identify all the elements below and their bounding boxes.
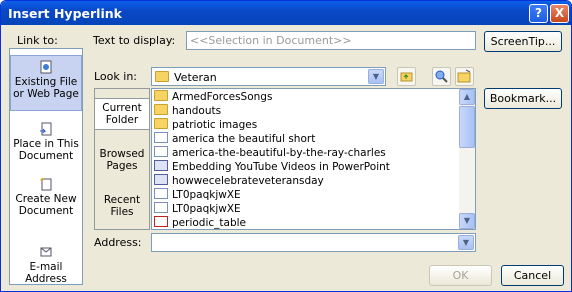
scroll-up-icon[interactable]: ▲: [459, 89, 475, 105]
address-input[interactable]: ▼: [151, 233, 476, 252]
email-icon: [40, 247, 52, 257]
text-to-display-label: Text to display:: [93, 34, 176, 47]
ok-button[interactable]: OK: [429, 265, 492, 286]
video-file-icon: [154, 188, 168, 199]
scroll-thumb[interactable]: [459, 106, 475, 148]
folder-icon: [155, 71, 169, 82]
link-email-address[interactable]: E-mail Address: [10, 245, 82, 285]
video-file-icon: [154, 202, 168, 213]
bookmark-button[interactable]: Bookmark...: [484, 88, 562, 109]
audio-file-icon: [154, 132, 168, 143]
close-button[interactable]: X: [550, 4, 569, 23]
globe-document-icon: [40, 60, 52, 74]
link-to-label: Link to:: [17, 34, 58, 47]
list-item[interactable]: LT0paqkjwXE: [154, 202, 241, 215]
new-document-icon: [40, 177, 52, 191]
list-item[interactable]: Embedding YouTube Videos in PowerPoint: [154, 160, 390, 173]
address-label: Address:: [94, 236, 142, 249]
list-item[interactable]: america the beautiful short: [154, 132, 315, 145]
pdf-file-icon: [154, 216, 168, 227]
folder-icon: [154, 90, 168, 101]
link-place-in-document-label: Place in This Document: [13, 138, 79, 162]
link-existing-file-label: Existing File or Web Page: [13, 76, 79, 100]
list-item[interactable]: LT0paqkjwXE: [154, 188, 241, 201]
browse-web-button[interactable]: [432, 67, 451, 86]
look-in-dropdown[interactable]: Veteran ▼: [151, 67, 386, 86]
open-folder-icon: [457, 69, 471, 83]
link-create-new-document-label: Create New Document: [15, 193, 77, 217]
text-to-display-input[interactable]: <<Selection in Document>>: [186, 31, 476, 50]
browse-web-icon: [435, 70, 448, 83]
file-list-scrollbar[interactable]: ▲ ▼: [459, 89, 475, 229]
up-folder-icon: [400, 72, 413, 82]
list-item[interactable]: periodic_table: [154, 216, 246, 229]
folder-icon: [154, 104, 168, 115]
chevron-down-icon: ▼: [368, 69, 384, 84]
doc-file-icon: [154, 174, 168, 185]
screentip-button[interactable]: ScreenTip...: [484, 31, 562, 52]
link-create-new-document[interactable]: Create New Document: [10, 177, 82, 217]
folder-icon: [154, 118, 168, 129]
look-in-value: Veteran: [174, 71, 217, 84]
title-bar: Insert Hyperlink: [1, 1, 571, 25]
browsed-pages-tab[interactable]: Browsed Pages: [95, 145, 149, 177]
document-arrow-icon: [40, 122, 52, 136]
list-item[interactable]: america-the-beautiful-by-the-ray-charles: [154, 146, 386, 159]
insert-hyperlink-dialog: Insert Hyperlink ? X Link to: Text to di…: [0, 0, 572, 292]
help-button[interactable]: ?: [529, 4, 548, 23]
look-in-label: Look in:: [94, 70, 137, 83]
web-file-icon: [154, 160, 168, 171]
chevron-down-icon: ▼: [458, 235, 474, 250]
file-list: ArmedForcesSongs handouts patriotic imag…: [151, 88, 476, 230]
audio-file-icon: [154, 146, 168, 157]
link-existing-file[interactable]: Existing File or Web Page: [10, 55, 82, 111]
recent-files-tab[interactable]: Recent Files: [95, 191, 149, 223]
current-folder-tab[interactable]: Current Folder: [95, 98, 149, 130]
link-place-in-document[interactable]: Place in This Document: [10, 122, 82, 162]
link-to-panel: Existing File or Web Page Place in This …: [9, 48, 83, 285]
cancel-button[interactable]: Cancel: [501, 265, 564, 286]
dialog-title: Insert Hyperlink: [8, 6, 122, 21]
list-item[interactable]: howwecelebrateveteransday: [154, 174, 324, 187]
link-email-address-label: E-mail Address: [25, 261, 67, 285]
browse-file-button[interactable]: [455, 67, 474, 86]
up-folder-button[interactable]: [397, 67, 416, 86]
scroll-down-icon[interactable]: ▼: [459, 213, 475, 229]
list-item[interactable]: ArmedForcesSongs: [154, 90, 272, 103]
list-item[interactable]: handouts: [154, 104, 221, 117]
sub-navigation-panel: Current Folder Browsed Pages Recent File…: [94, 88, 150, 230]
list-item[interactable]: patriotic images: [154, 118, 257, 131]
